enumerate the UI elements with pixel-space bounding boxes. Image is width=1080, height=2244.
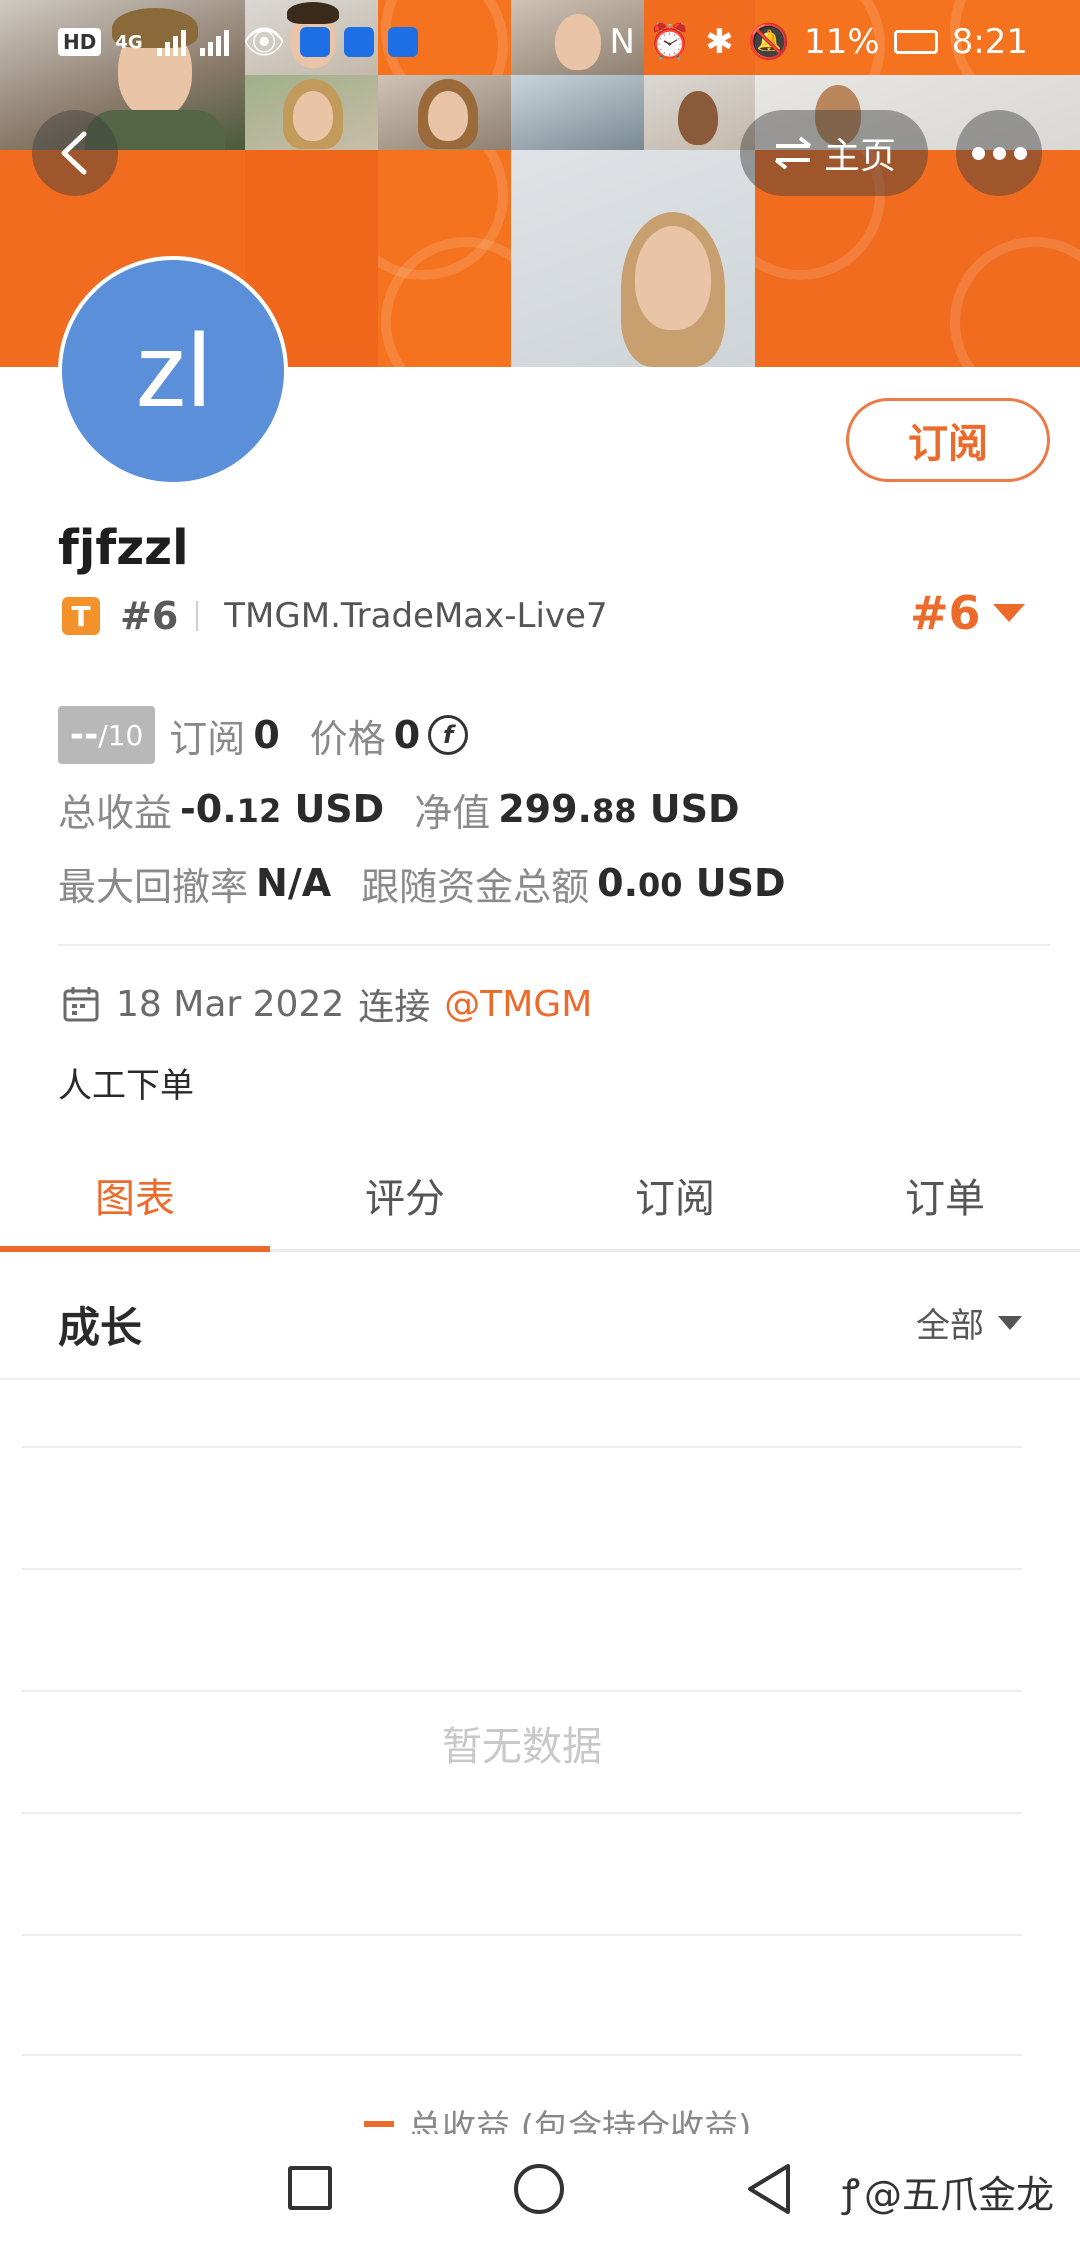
tab-orders[interactable]: 订单 bbox=[810, 1140, 1080, 1249]
rank-small: #6 bbox=[120, 594, 179, 638]
home-nav-button[interactable] bbox=[514, 2164, 564, 2214]
triangle-down-icon bbox=[992, 604, 1025, 622]
bluetooth-icon: ✱ bbox=[705, 22, 734, 62]
divider bbox=[58, 944, 1050, 946]
total-profit-value: -0.12 USD bbox=[180, 787, 385, 831]
empty-state: 暂无数据 bbox=[442, 1724, 602, 1770]
banner-photo bbox=[378, 75, 511, 150]
hd-badge: HD bbox=[58, 28, 102, 56]
grid-line bbox=[22, 2054, 1022, 2056]
home-button[interactable]: 主页 bbox=[740, 110, 928, 196]
subscribers-label: 订阅 bbox=[169, 716, 246, 761]
join-info: 18 Mar 2022 连接 @TMGM bbox=[62, 978, 592, 1030]
server-name: TMGM.TradeMax-Live7 bbox=[224, 596, 608, 636]
triangle-down-icon bbox=[998, 1315, 1022, 1330]
banner-photo bbox=[511, 150, 755, 367]
trader-badge: T bbox=[62, 597, 100, 635]
filter-label: 全部 bbox=[916, 1306, 984, 1346]
total-profit-label: 总收益 bbox=[58, 790, 173, 835]
divider bbox=[196, 601, 199, 631]
grid-line bbox=[22, 1934, 1022, 1936]
system-nav-bar: ꝭ @五爪金龙 bbox=[0, 2134, 1080, 2244]
battery-icon bbox=[893, 30, 938, 54]
tab-bar: 图表 评分 订阅 订单 bbox=[0, 1140, 1080, 1252]
rank-dropdown[interactable]: #6 bbox=[910, 586, 1025, 640]
growth-header: 成长 全部 bbox=[0, 1256, 1080, 1380]
max-drawdown-value: N/A bbox=[256, 861, 332, 905]
status-bar: HD 4G 👁 N ⏰ ✱ 🔕 11% 8:21 bbox=[0, 14, 1080, 74]
grid-line bbox=[22, 1812, 1022, 1814]
back-button[interactable] bbox=[32, 110, 118, 196]
username: fjfzzl bbox=[58, 520, 189, 576]
rank-row: T #6 TMGM.TradeMax-Live7 bbox=[62, 594, 608, 638]
tab-rating[interactable]: 评分 bbox=[270, 1140, 540, 1249]
banner-photo bbox=[644, 75, 755, 150]
watermark: ꝭ @五爪金龙 bbox=[842, 2164, 1054, 2219]
grid-line bbox=[22, 1690, 1022, 1692]
home-label: 主页 bbox=[823, 136, 896, 177]
chevron-left-icon bbox=[61, 131, 87, 175]
equity-label: 净值 bbox=[414, 790, 491, 835]
growth-chart: 暂无数据 bbox=[22, 1446, 1022, 2056]
eye-icon: 👁 bbox=[242, 22, 286, 62]
price-value: 0 bbox=[393, 713, 421, 757]
watermark-text: @五爪金龙 bbox=[864, 2173, 1055, 2217]
equity-value: 299.88 USD bbox=[498, 787, 740, 831]
signal-icon bbox=[156, 28, 186, 56]
follow-funds-label: 跟随资金总额 bbox=[361, 864, 590, 909]
subscribe-button[interactable]: 订阅 bbox=[846, 398, 1050, 482]
price-label: 价格 bbox=[309, 716, 386, 761]
legend-swatch bbox=[364, 2121, 394, 2127]
banner-photo bbox=[511, 75, 644, 150]
avatar-initials: zl bbox=[135, 312, 211, 429]
connect-label: 连接 bbox=[358, 987, 431, 1028]
score-chip: --/10 bbox=[58, 706, 156, 764]
more-dots-icon bbox=[971, 146, 985, 160]
stats-panel: --/10 订阅 0 价格 0 f 总收益 -0.12 USD 净值 299.8… bbox=[58, 706, 1048, 928]
cloud-icon bbox=[343, 27, 374, 57]
coin-icon: f bbox=[428, 715, 469, 755]
banner-pattern bbox=[378, 150, 511, 367]
app-notification-2-icon bbox=[387, 27, 418, 57]
section-title: 成长 bbox=[58, 1303, 143, 1352]
tab-chart[interactable]: 图表 bbox=[0, 1140, 270, 1252]
clock: 8:21 bbox=[951, 22, 1028, 62]
max-drawdown-label: 最大回撤率 bbox=[58, 864, 249, 909]
grid-line bbox=[22, 1568, 1022, 1570]
signal-2-icon bbox=[199, 28, 229, 56]
tab-subscription[interactable]: 订阅 bbox=[540, 1140, 810, 1249]
network-type: 4G bbox=[115, 31, 143, 53]
avatar: zl bbox=[58, 256, 288, 486]
banner-photo bbox=[245, 75, 378, 150]
recents-button[interactable] bbox=[288, 2166, 332, 2210]
calendar-icon bbox=[63, 987, 99, 1022]
battery-percent: 11% bbox=[804, 22, 880, 62]
range-filter[interactable]: 全部 bbox=[916, 1298, 1022, 1347]
more-button[interactable] bbox=[956, 110, 1042, 196]
back-triangle-icon[interactable] bbox=[744, 2162, 794, 2216]
watermark-icon: ꝭ bbox=[842, 2170, 861, 2215]
rank-big: #6 bbox=[910, 586, 981, 640]
alarm-icon: ⏰ bbox=[648, 22, 692, 62]
app-notification-icon bbox=[299, 27, 330, 57]
join-date: 18 Mar 2022 bbox=[116, 983, 345, 1025]
swap-arrows-icon bbox=[774, 136, 812, 170]
nfc-icon: N bbox=[609, 22, 635, 62]
broker-link[interactable]: @TMGM bbox=[444, 984, 592, 1025]
description: 人工下单 bbox=[58, 1066, 194, 1106]
subscribers-value: 0 bbox=[253, 713, 280, 757]
mute-icon: 🔕 bbox=[747, 22, 791, 62]
grid-line bbox=[22, 1446, 1022, 1448]
follow-funds-value: 0.00 USD bbox=[597, 861, 786, 905]
